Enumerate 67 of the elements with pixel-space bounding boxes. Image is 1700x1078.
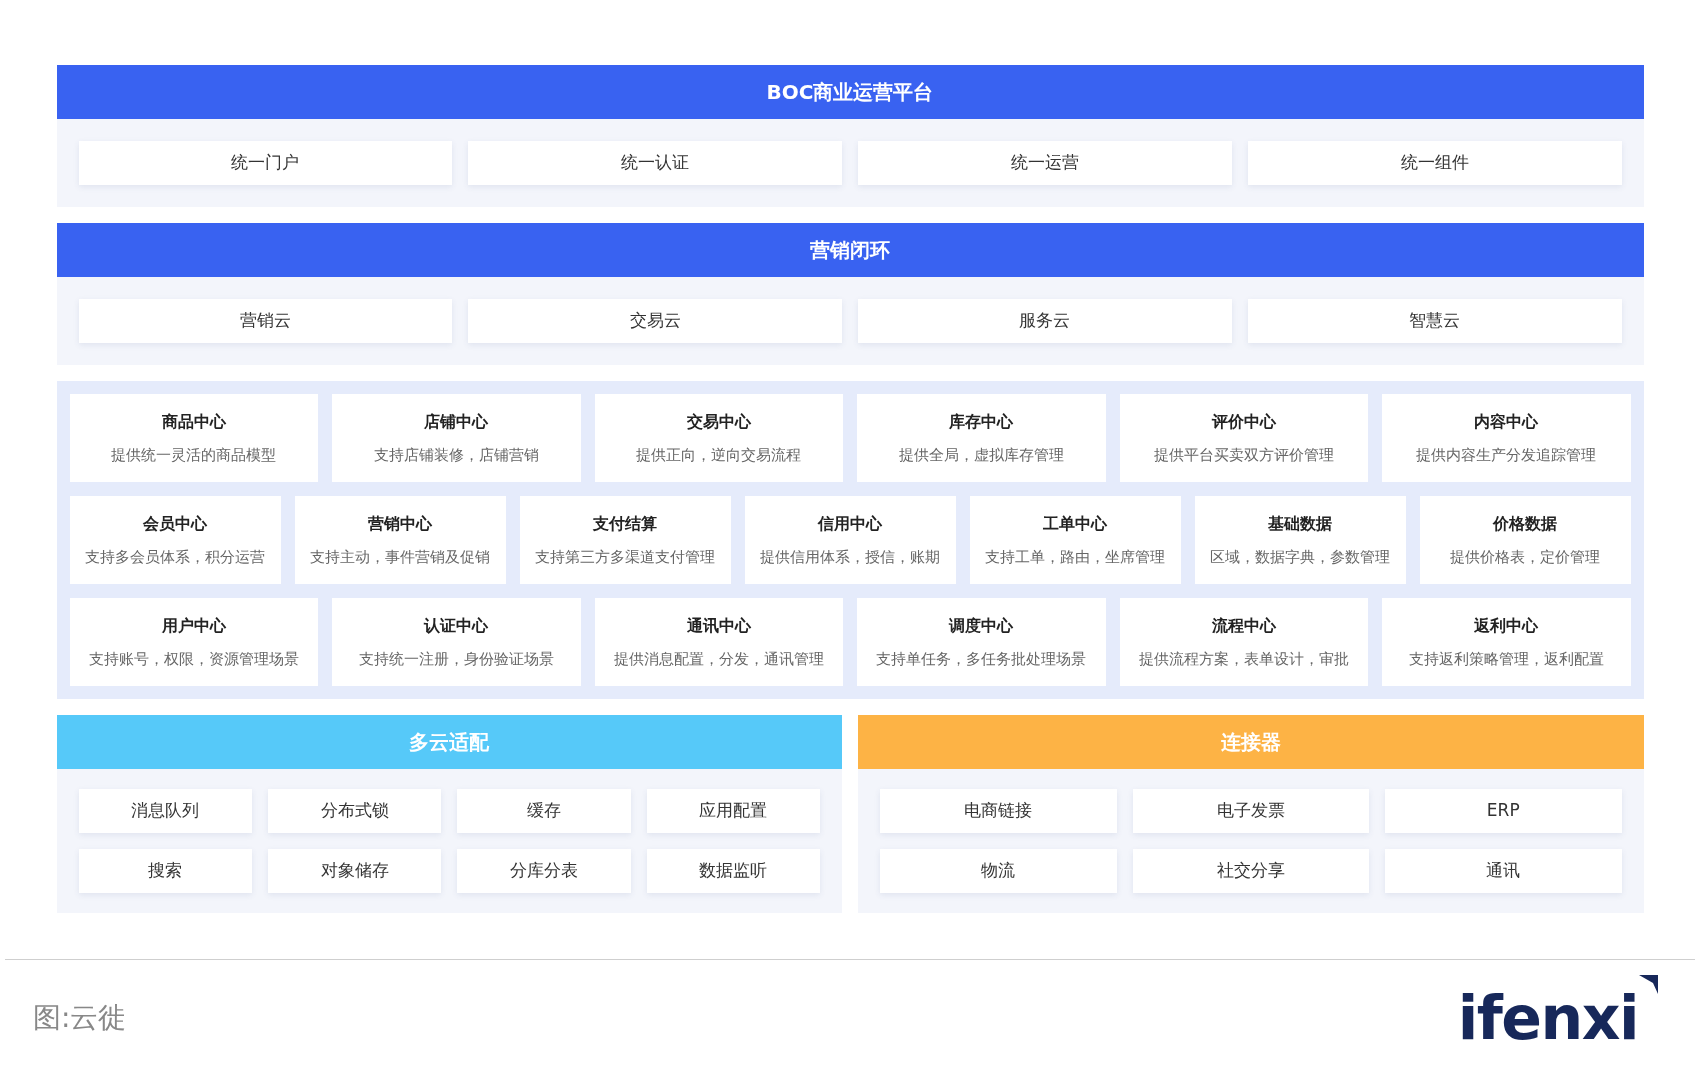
- module-card: 搜索: [78, 849, 252, 893]
- module-card: ERP: [1385, 789, 1622, 833]
- module-card: 统一运营: [858, 141, 1232, 185]
- center-title: 返利中心: [1474, 614, 1539, 637]
- center-title: 用户中心: [161, 614, 226, 637]
- center-title: 调度中心: [949, 614, 1014, 637]
- center-description: 支持多会员体系，积分运营: [85, 546, 265, 568]
- module-card: 智慧云: [1247, 299, 1622, 343]
- center-description: 提供流程方案，表单设计，审批: [1138, 648, 1349, 670]
- module-card: 分库分表: [457, 849, 631, 893]
- arrow-icon: [1638, 974, 1660, 996]
- center-description: 提供内容生产分发追踪管理: [1416, 444, 1597, 466]
- module-card: 消息队列: [78, 789, 252, 833]
- center-title: 评价中心: [1211, 410, 1276, 433]
- center-title: 基础数据: [1268, 512, 1332, 535]
- center-title: 价格数据: [1493, 512, 1557, 535]
- module-card: 统一门户: [78, 141, 453, 185]
- center-title: 交易中心: [686, 410, 751, 433]
- center-description: 支持单任务，多任务批处理场景: [876, 648, 1087, 670]
- center-title: 支付结算: [593, 512, 657, 535]
- logo-text: ifenxi: [1457, 988, 1638, 1048]
- center-description: 支持统一注册，身份验证场景: [358, 648, 554, 670]
- center-description: 提供全局，虚拟库存管理: [898, 444, 1064, 466]
- center-title: 信用中心: [818, 512, 882, 535]
- center-description: 提供消息配置，分发，通讯管理: [613, 648, 824, 670]
- section-header: 连接器: [858, 715, 1644, 769]
- module-card: 应用配置: [646, 789, 820, 833]
- module-card: 分布式锁: [267, 789, 442, 833]
- center-description: 支持账号，权限，资源管理场景: [88, 648, 299, 670]
- caption: 图:云徙: [33, 1000, 127, 1036]
- module-card: 电商链接: [880, 789, 1117, 833]
- center-title: 通讯中心: [686, 614, 751, 637]
- center-description: 支持店铺装修，店铺营销: [373, 444, 539, 466]
- section-header: 多云适配: [56, 715, 842, 769]
- module-card: 通讯: [1385, 849, 1622, 893]
- center-description: 提供统一灵活的商品模型: [111, 444, 277, 466]
- center-title: 认证中心: [424, 614, 489, 637]
- center-description: 提供价格表，定价管理: [1450, 546, 1600, 568]
- center-description: 提供正向，逆向交易流程: [636, 444, 802, 466]
- module-card: 对象储存: [267, 849, 442, 893]
- module-card: 统一组件: [1247, 141, 1622, 185]
- center-title: 店铺中心: [424, 410, 489, 433]
- center-description: 支持主动，事件营销及促销: [310, 546, 490, 568]
- center-description: 区域，数据字典，参数管理: [1210, 546, 1390, 568]
- center-title: 商品中心: [161, 410, 226, 433]
- module-card: 电子发票: [1132, 789, 1369, 833]
- module-card: 统一认证: [468, 141, 842, 185]
- center-title: 库存中心: [949, 410, 1014, 433]
- center-title: 会员中心: [143, 512, 207, 535]
- center-title: 工单中心: [1043, 512, 1107, 535]
- center-description: 提供平台买卖双方评价管理: [1153, 444, 1334, 466]
- center-description: 支持第三方多渠道支付管理: [535, 546, 715, 568]
- center-title: 营销中心: [368, 512, 432, 535]
- center-description: 支持返利策略管理，返利配置: [1408, 648, 1604, 670]
- module-card: 缓存: [457, 789, 631, 833]
- section-header: BOC商业运营平台: [56, 65, 1644, 119]
- module-card: 数据监听: [646, 849, 820, 893]
- module-card: 交易云: [468, 299, 842, 343]
- center-description: 提供信用体系，授信，账期: [760, 546, 940, 568]
- module-card: 物流: [880, 849, 1117, 893]
- center-title: 流程中心: [1211, 614, 1276, 637]
- module-card: 营销云: [78, 299, 453, 343]
- center-title: 内容中心: [1474, 410, 1539, 433]
- section-header: 营销闭环: [56, 223, 1644, 277]
- center-description: 支持工单，路由，坐席管理: [985, 546, 1165, 568]
- module-card: 社交分享: [1132, 849, 1369, 893]
- module-card: 服务云: [858, 299, 1232, 343]
